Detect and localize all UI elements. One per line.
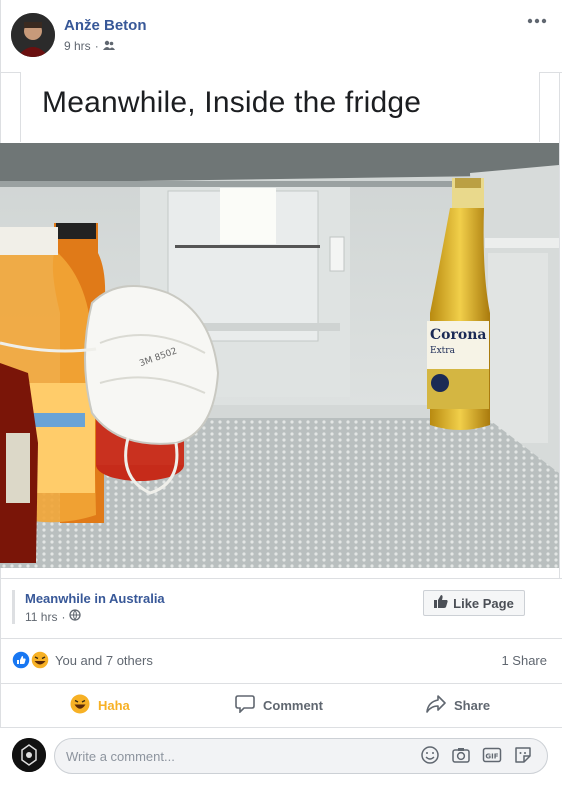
gif-icon[interactable]: GIF	[482, 745, 502, 765]
shared-caption: Meanwhile, Inside the fridge	[42, 86, 422, 119]
page-time[interactable]: 11 hrs	[25, 610, 57, 624]
svg-text:GIF: GIF	[485, 753, 498, 761]
like-page-label: Like Page	[453, 595, 514, 611]
share-count[interactable]: 1 Share	[501, 653, 547, 668]
share-button[interactable]: Share	[426, 692, 490, 718]
comment-label: Comment	[263, 697, 323, 713]
reaction-icons[interactable]	[11, 650, 53, 670]
haha-reaction-icon	[70, 694, 90, 717]
like-page-button[interactable]: Like Page	[423, 590, 525, 616]
share-icon	[426, 694, 446, 716]
fridge-photo[interactable]: Corona Extra 3M 8502	[0, 143, 559, 568]
page-accent-bar	[12, 590, 15, 624]
share-label: Share	[454, 697, 491, 713]
globe-icon	[69, 609, 82, 624]
page-name-link[interactable]: Meanwhile in Australia	[25, 591, 165, 606]
caption-border-right	[539, 72, 540, 142]
comment-button[interactable]: Comment	[235, 692, 323, 718]
shared-border-right-bottom	[559, 568, 560, 578]
svg-text:Extra: Extra	[430, 346, 456, 356]
current-user-avatar[interactable]	[12, 738, 46, 772]
haha-label: Haha	[98, 697, 130, 713]
post-meta: 9 hrs ·	[64, 39, 115, 53]
shared-border-right	[559, 72, 560, 578]
caption-border-left	[20, 72, 21, 142]
post-header	[0, 0, 562, 72]
comment-input[interactable]	[66, 745, 326, 767]
thumbs-up-icon	[434, 595, 448, 611]
haha-button[interactable]: Haha	[70, 692, 130, 718]
post-time[interactable]: 9 hrs	[64, 39, 91, 53]
comment-icon	[235, 694, 255, 716]
author-avatar[interactable]	[11, 13, 55, 57]
author-name[interactable]: Anže Beton	[64, 17, 147, 34]
page-meta: 11 hrs ·	[25, 609, 82, 624]
reaction-summary[interactable]: You and 7 others	[55, 653, 153, 668]
svg-text:Corona: Corona	[430, 327, 486, 343]
sticker-icon[interactable]	[513, 745, 533, 765]
camera-icon[interactable]	[451, 745, 471, 765]
friends-icon[interactable]	[102, 39, 115, 53]
emoji-icon[interactable]	[420, 745, 440, 765]
more-dots-icon[interactable]	[526, 14, 548, 28]
